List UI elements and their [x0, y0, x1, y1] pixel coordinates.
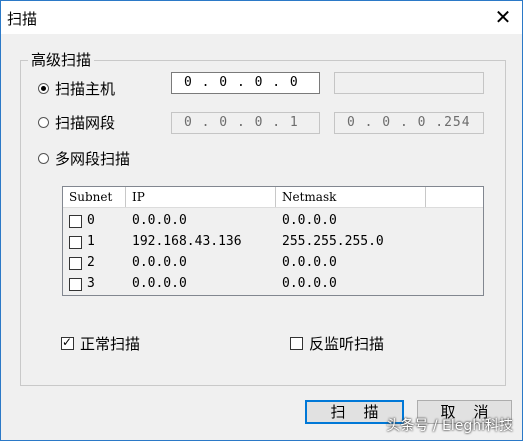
column-header-ip[interactable]: IP [126, 187, 276, 207]
host-ip-field[interactable]: 0 . 0 . 0 . 0 [171, 72, 320, 94]
radio-button[interactable] [38, 83, 49, 94]
table-row[interactable]: 1 192.168.43.136 255.255.255.0 [63, 232, 483, 253]
group-legend: 高级扫描 [28, 49, 95, 70]
column-header-empty [426, 187, 483, 207]
cell-ip: 0.0.0.0 [132, 213, 187, 228]
radio-scan-segment[interactable]: 扫描网段 [38, 112, 115, 133]
cell-netmask: 0.0.0.0 [282, 213, 337, 228]
cell-netmask: 0.0.0.0 [282, 276, 337, 291]
segment-start-field[interactable]: 0 . 0 . 0 . 1 [171, 112, 320, 134]
host-extra-field[interactable] [334, 72, 484, 94]
radio-scan-host[interactable]: 扫描主机 [38, 78, 115, 99]
cell-subnet: 0 [87, 213, 95, 228]
row-checkbox[interactable] [69, 278, 82, 291]
window-title: 扫描 [7, 10, 38, 28]
cell-ip: 192.168.43.136 [132, 234, 242, 249]
radio-label: 扫描网段 [55, 114, 116, 132]
normal-scan-option[interactable]: 正常扫描 [61, 333, 140, 354]
close-icon[interactable]: ✕ [490, 5, 516, 29]
cell-ip: 0.0.0.0 [132, 276, 187, 291]
radio-label: 多网段扫描 [55, 150, 131, 168]
normal-scan-checkbox[interactable] [61, 335, 74, 350]
normal-scan-label: 正常扫描 [80, 335, 141, 353]
radio-button[interactable] [38, 153, 49, 164]
title-bar: 扫描 ✕ [0, 0, 523, 34]
anti-listen-scan-checkbox[interactable] [290, 337, 303, 350]
subnet-table: Subnet IP Netmask 0 0.0.0.0 0.0.0.0 1 19… [62, 186, 484, 296]
radio-label: 扫描主机 [55, 80, 116, 98]
cell-netmask: 255.255.255.0 [282, 234, 384, 249]
table-row[interactable]: 3 0.0.0.0 0.0.0.0 [63, 274, 483, 295]
cell-subnet: 1 [87, 234, 95, 249]
row-checkbox[interactable] [69, 257, 82, 270]
cell-ip: 0.0.0.0 [132, 255, 187, 270]
column-header-netmask[interactable]: Netmask [276, 187, 426, 207]
cell-netmask: 0.0.0.0 [282, 255, 337, 270]
row-checkbox[interactable] [69, 236, 82, 249]
table-row[interactable]: 2 0.0.0.0 0.0.0.0 [63, 253, 483, 274]
row-checkbox[interactable] [69, 215, 82, 228]
cell-subnet: 2 [87, 255, 95, 270]
table-header: Subnet IP Netmask [63, 187, 483, 208]
watermark: 头条号 / Eleghi科技 [386, 418, 513, 434]
radio-button[interactable] [38, 117, 49, 128]
segment-end-field[interactable]: 0 . 0 . 0 .254 [334, 112, 484, 134]
cell-subnet: 3 [87, 276, 95, 291]
radio-multi-segment[interactable]: 多网段扫描 [38, 148, 130, 169]
table-row[interactable]: 0 0.0.0.0 0.0.0.0 [63, 211, 483, 232]
anti-listen-scan-label: 反监听扫描 [309, 335, 385, 353]
anti-listen-scan-option[interactable]: 反监听扫描 [290, 333, 384, 354]
column-header-subnet[interactable]: Subnet [63, 187, 126, 207]
